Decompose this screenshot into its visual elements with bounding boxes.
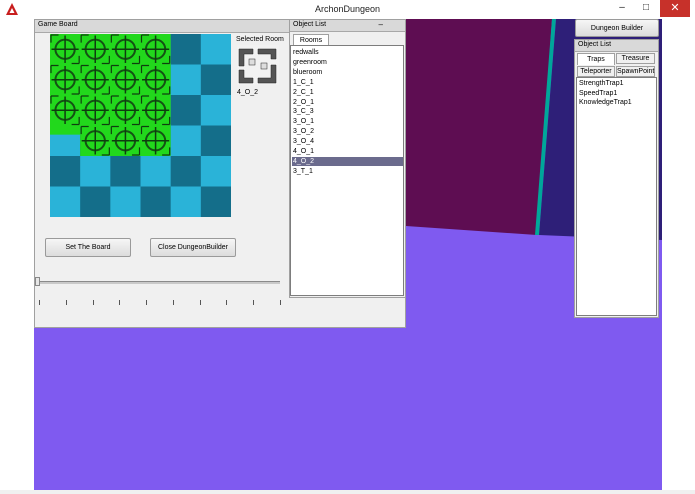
board-cell[interactable] [170, 95, 202, 126]
room-list-item[interactable]: 4_O_1 [293, 147, 314, 156]
slider-tick [172, 300, 174, 305]
close-builder-button[interactable]: Close DungeonBuilder [150, 238, 236, 257]
selected-room-preview-icon [237, 45, 279, 85]
board-cell[interactable] [50, 186, 81, 218]
traps-listbox[interactable]: StrengthTrap1 SpeedTrap1 KnowledgeTrap1 [576, 77, 657, 316]
board-slider-thumb[interactable] [35, 277, 40, 286]
board-cell[interactable] [200, 156, 231, 187]
maximize-button[interactable]: □ [634, 0, 658, 17]
slider-tick [39, 300, 40, 305]
collapse-icon[interactable]: – [379, 20, 383, 29]
builder-object-list-title: Object List [578, 41, 612, 48]
game-board-title: Game Board [38, 21, 78, 28]
slider-tick [119, 300, 121, 305]
tab-spawnpoint[interactable]: SpawnPoint [616, 66, 655, 77]
rooms-listbox[interactable]: redwalls greenroom blueroom 1_C_1 2_C_1 2_O_1… [290, 45, 404, 296]
game-board-grid[interactable] [50, 34, 231, 217]
selected-room-label: Selected Room [236, 36, 284, 43]
room-list-item[interactable]: 3_C_3 [293, 107, 314, 116]
room-list-item[interactable]: 2_C_1 [293, 88, 314, 97]
dark-purple-wall [406, 19, 552, 235]
board-cell[interactable] [170, 34, 202, 65]
board-cell[interactable] [200, 34, 231, 65]
window-title: ArchonDungeon [314, 4, 381, 14]
board-cell[interactable] [200, 95, 231, 126]
minimize-button[interactable]: – [610, 0, 634, 17]
slider-tick [280, 300, 281, 305]
room-list-item[interactable]: 3_T_1 [293, 167, 313, 176]
room-list-item[interactable]: 1_C_1 [293, 78, 314, 87]
trap-list-item[interactable]: StrengthTrap1 [579, 79, 624, 88]
dungeon-builder-button[interactable]: Dungeon Builder [575, 19, 659, 37]
slider-tick [92, 300, 94, 305]
board-cell[interactable] [170, 156, 202, 187]
selected-room-name: 4_O_2 [237, 89, 259, 96]
slider-tick [253, 300, 255, 305]
set-board-button[interactable]: Set The Board [45, 238, 131, 257]
slider-tick [65, 300, 67, 305]
tab-traps[interactable]: Traps [577, 53, 615, 65]
room-list-item[interactable]: greenroom [293, 58, 327, 67]
room-list-item[interactable]: redwalls [293, 48, 319, 57]
trap-list-item[interactable]: KnowledgeTrap1 [579, 98, 632, 107]
board-cell[interactable] [200, 125, 231, 157]
object-list-header: Object List – [290, 20, 405, 32]
board-cell[interactable] [80, 186, 111, 218]
slider-tick [146, 300, 148, 305]
room-list-item[interactable]: blueroom [293, 68, 322, 77]
builder-object-list-header: Object List [575, 40, 658, 52]
board-cell[interactable] [170, 125, 202, 157]
board-cell[interactable] [140, 156, 172, 187]
board-cell[interactable] [110, 186, 141, 218]
slider-tick [226, 300, 228, 305]
slider-tick [199, 300, 201, 305]
window-bottom-edge [0, 490, 695, 494]
room-list-item[interactable]: 3_O_2 [293, 127, 314, 136]
tab-treasure[interactable]: Treasure [616, 53, 655, 64]
board-cell[interactable] [170, 64, 202, 96]
board-slider-track[interactable] [38, 281, 280, 284]
board-cell[interactable] [200, 64, 231, 96]
board-cell[interactable] [50, 156, 81, 187]
placed-room-block[interactable] [50, 125, 81, 135]
room-list-item[interactable]: 4_O_2 [292, 156, 403, 166]
board-cell[interactable] [170, 186, 202, 218]
window-titlebar: ArchonDungeon – □ ✕ [0, 0, 695, 19]
close-window-button[interactable]: ✕ [660, 0, 690, 17]
room-list-item[interactable]: 3_O_4 [293, 137, 314, 146]
board-cell[interactable] [80, 156, 111, 187]
room-list-item[interactable]: 3_O_1 [293, 117, 314, 126]
object-list-title: Object List [293, 21, 327, 28]
board-cell[interactable] [140, 186, 172, 218]
board-cell[interactable] [110, 156, 141, 187]
board-canvas [50, 34, 231, 217]
board-cell[interactable] [200, 186, 231, 218]
room-list-item[interactable]: 2_O_1 [293, 98, 314, 107]
tab-teleporter[interactable]: Teleporter [577, 66, 615, 77]
trap-list-item[interactable]: SpeedTrap1 [579, 89, 617, 98]
